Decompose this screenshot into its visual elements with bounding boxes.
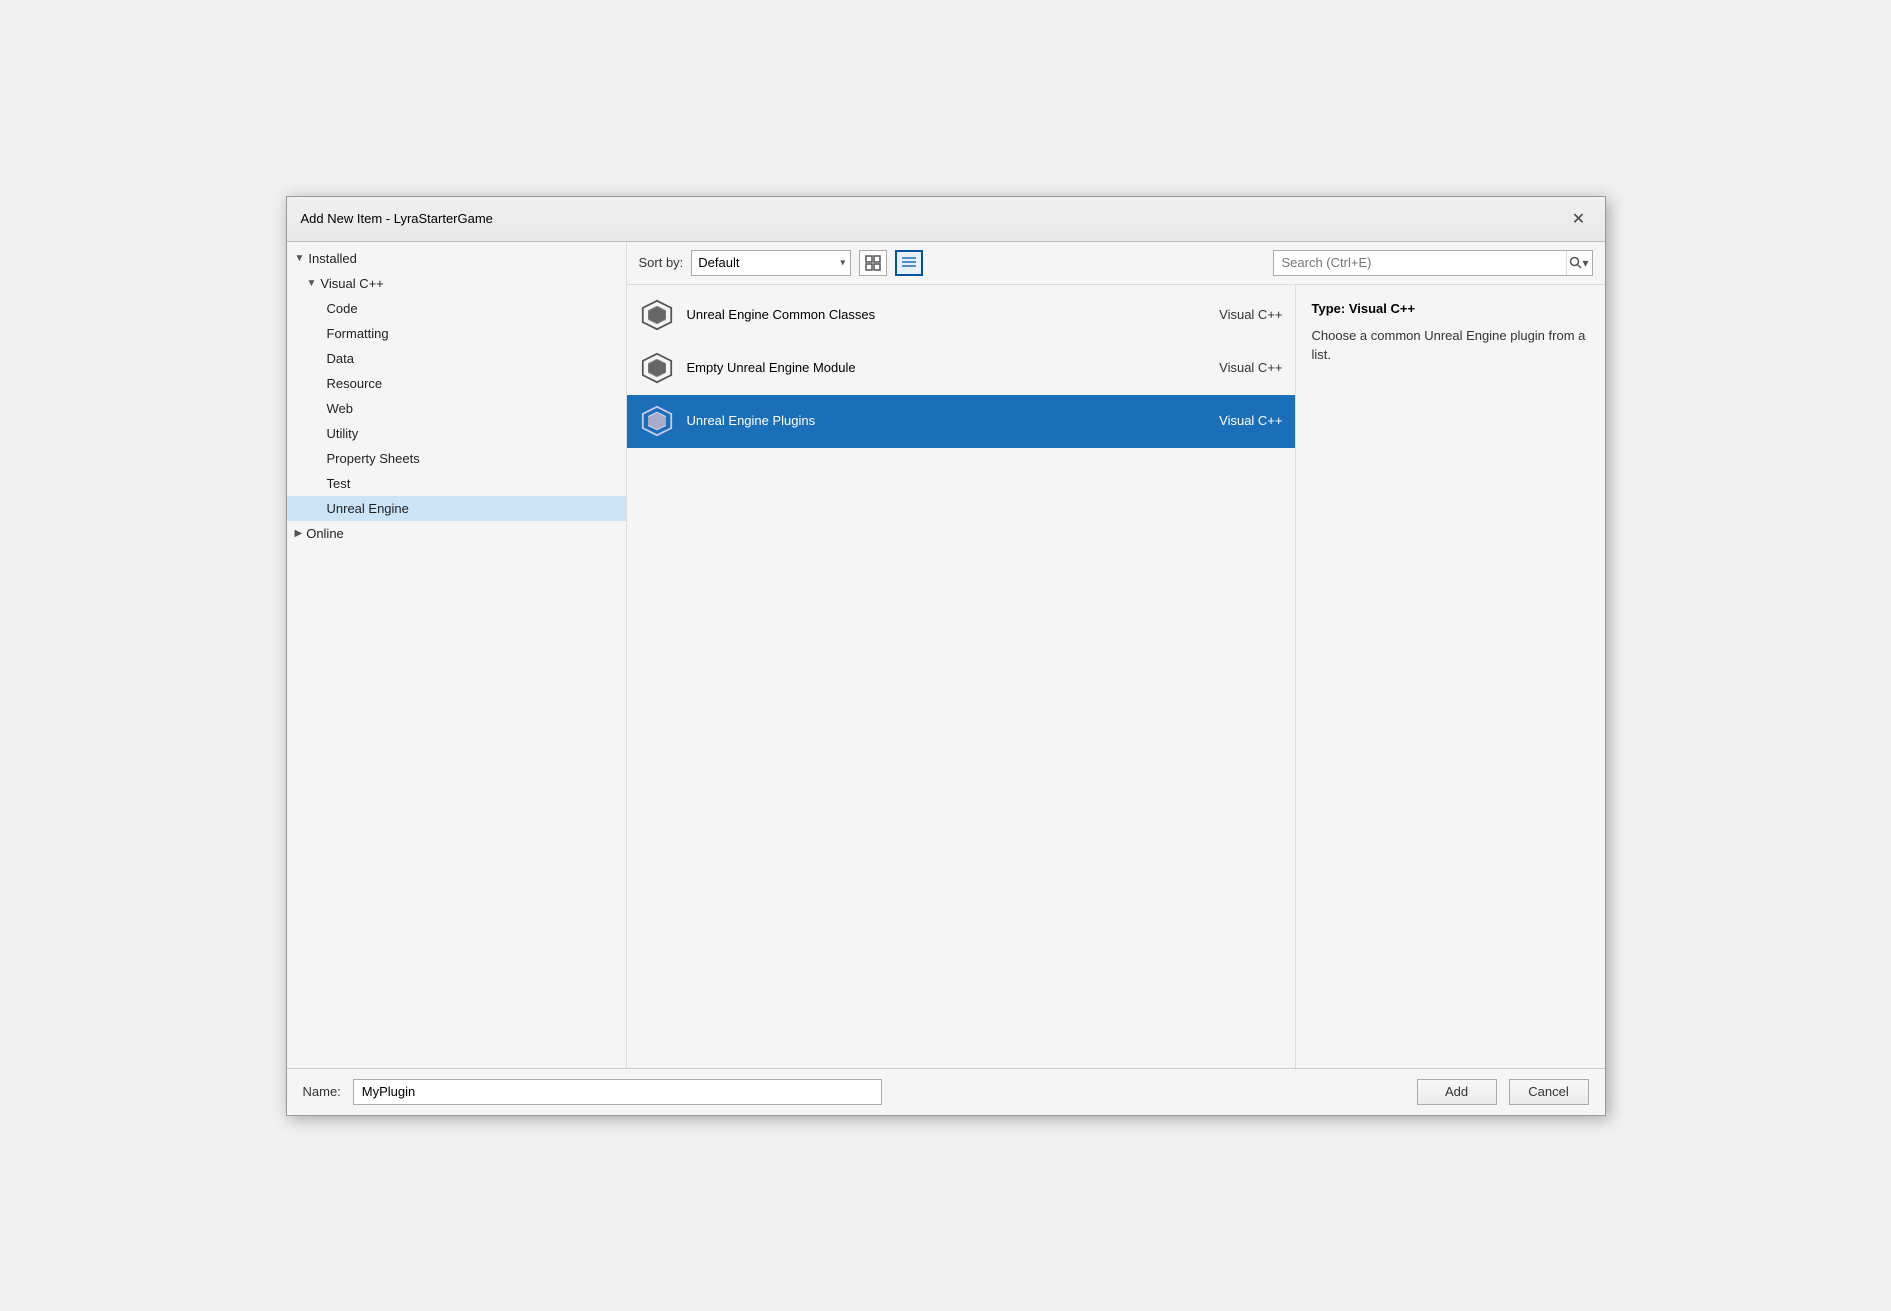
item-name-common-classes: Unreal Engine Common Classes <box>687 307 1171 322</box>
sidebar-item-test[interactable]: Test <box>287 471 626 496</box>
search-icon <box>1569 256 1582 269</box>
search-icon-button[interactable]: ▾ <box>1566 251 1592 275</box>
toolbar: Sort by: Default Name Type <box>627 242 1605 285</box>
item-type-common-classes: Visual C++ <box>1183 307 1283 322</box>
item-icon-empty-module <box>639 350 675 386</box>
item-row-common-classes[interactable]: Unreal Engine Common Classes Visual C++ <box>627 289 1295 342</box>
visual-cpp-label: Visual C++ <box>320 276 383 291</box>
info-panel: Type: Visual C++ Choose a common Unreal … <box>1295 285 1605 1068</box>
ue-logo-icon <box>641 299 673 331</box>
grid-icon <box>865 255 881 271</box>
search-box: ▾ <box>1273 250 1593 276</box>
sidebar-item-unreal-engine[interactable]: Unreal Engine <box>287 496 626 521</box>
sidebar-visual-cpp[interactable]: ▼ Visual C++ <box>287 271 626 296</box>
name-input[interactable] <box>353 1079 882 1105</box>
item-icon-plugins <box>639 403 675 439</box>
list-view-button[interactable] <box>895 250 923 276</box>
sidebar-item-web[interactable]: Web <box>287 396 626 421</box>
content-area: Sort by: Default Name Type <box>627 242 1605 1068</box>
sidebar-item-utility[interactable]: Utility <box>287 421 626 446</box>
item-type-plugins: Visual C++ <box>1183 413 1283 428</box>
installed-label: Installed <box>308 251 356 266</box>
sort-label: Sort by: <box>639 255 684 270</box>
item-type-empty-module: Visual C++ <box>1183 360 1283 375</box>
property-sheets-label: Property Sheets <box>327 451 420 466</box>
installed-triangle: ▼ <box>295 253 305 264</box>
item-row-empty-module[interactable]: Empty Unreal Engine Module Visual C++ <box>627 342 1295 395</box>
ue-logo-icon-3 <box>641 405 673 437</box>
sidebar-installed[interactable]: ▼ Installed <box>287 246 626 271</box>
content-split: Unreal Engine Common Classes Visual C++ <box>627 285 1605 1068</box>
data-label: Data <box>327 351 354 366</box>
grid-view-button[interactable] <box>859 250 887 276</box>
sidebar: ▼ Installed ▼ Visual C++ Code Formatting… <box>287 242 627 1068</box>
main-content: ▼ Installed ▼ Visual C++ Code Formatting… <box>287 242 1605 1068</box>
bottom-bar: Name: Add Cancel <box>287 1068 1605 1115</box>
code-label: Code <box>327 301 358 316</box>
web-label: Web <box>327 401 354 416</box>
item-name-empty-module: Empty Unreal Engine Module <box>687 360 1171 375</box>
cancel-button[interactable]: Cancel <box>1509 1079 1589 1105</box>
formatting-label: Formatting <box>327 326 389 341</box>
unreal-engine-label: Unreal Engine <box>327 501 409 516</box>
sidebar-online[interactable]: ▶ Online <box>287 521 626 546</box>
visual-cpp-triangle: ▼ <box>307 278 317 289</box>
info-type: Type: Visual C++ <box>1312 301 1589 316</box>
close-button[interactable]: ✕ <box>1567 207 1591 231</box>
search-input[interactable] <box>1274 253 1566 272</box>
ue-logo-icon-2 <box>641 352 673 384</box>
sort-select[interactable]: Default Name Type <box>691 250 851 276</box>
name-label: Name: <box>303 1084 341 1099</box>
sidebar-item-data[interactable]: Data <box>287 346 626 371</box>
dialog: Add New Item - LyraStarterGame ✕ ▼ Insta… <box>286 196 1606 1116</box>
add-button[interactable]: Add <box>1417 1079 1497 1105</box>
list-icon <box>901 255 917 271</box>
utility-label: Utility <box>327 426 359 441</box>
dialog-title: Add New Item - LyraStarterGame <box>301 211 493 226</box>
test-label: Test <box>327 476 351 491</box>
sort-select-wrapper: Default Name Type <box>691 250 851 276</box>
sidebar-item-code[interactable]: Code <box>287 296 626 321</box>
item-row-plugins[interactable]: Unreal Engine Plugins Visual C++ <box>627 395 1295 448</box>
sidebar-item-property-sheets[interactable]: Property Sheets <box>287 446 626 471</box>
info-description: Choose a common Unreal Engine plugin fro… <box>1312 326 1589 365</box>
online-triangle: ▶ <box>295 528 303 539</box>
item-name-plugins: Unreal Engine Plugins <box>687 413 1171 428</box>
sidebar-item-resource[interactable]: Resource <box>287 371 626 396</box>
resource-label: Resource <box>327 376 383 391</box>
sidebar-item-formatting[interactable]: Formatting <box>287 321 626 346</box>
item-icon-common-classes <box>639 297 675 333</box>
title-bar: Add New Item - LyraStarterGame ✕ <box>287 197 1605 242</box>
online-label: Online <box>306 526 344 541</box>
items-list: Unreal Engine Common Classes Visual C++ <box>627 285 1295 1068</box>
